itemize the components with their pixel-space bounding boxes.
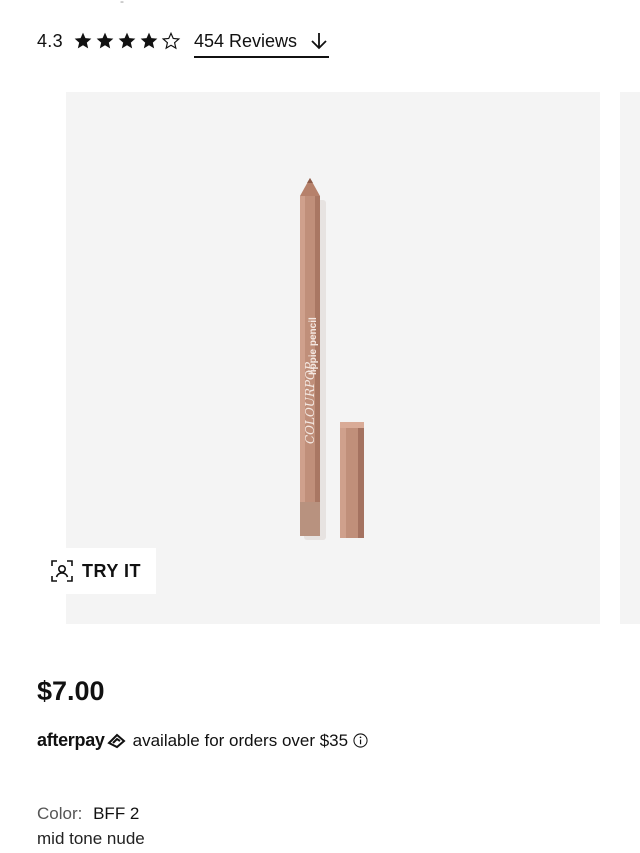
reviews-count-label: 454 Reviews — [193, 30, 297, 51]
star-filled-icon — [96, 32, 114, 49]
product-price: $7.00 — [37, 676, 105, 706]
afterpay-message: available for orders over $35 — [132, 730, 349, 750]
next-slide-peek[interactable] — [620, 92, 640, 624]
afterpay-logo: afterpay — [37, 730, 105, 750]
pencil-name-text: lippie pencil — [308, 317, 319, 375]
star-rating — [73, 31, 181, 51]
star-filled-icon — [118, 32, 136, 49]
product-image: COLOURPOP lippie pencil — [300, 178, 364, 540]
try-it-label: TRY IT — [82, 560, 142, 581]
try-it-button[interactable]: TRY IT — [38, 548, 156, 594]
color-label: Color: — [37, 804, 83, 823]
star-filled-icon — [74, 32, 92, 49]
info-icon[interactable] — [353, 733, 368, 748]
color-selection: Color: BFF 2 — [37, 804, 139, 824]
arrow-down-icon — [311, 33, 327, 50]
reviews-link[interactable]: 454 Reviews — [193, 30, 329, 58]
rating-row: 4.3 454 Reviews — [37, 24, 329, 58]
star-filled-icon — [140, 32, 158, 49]
afterpay-arrows-icon — [106, 733, 126, 748]
color-description: mid tone nude — [37, 829, 145, 848]
color-value: BFF 2 — [93, 804, 140, 823]
product-image-gallery[interactable]: COLOURPOP lippie pencil — [66, 92, 600, 624]
star-empty-icon — [161, 31, 181, 50]
rating-value: 4.3 — [37, 30, 63, 51]
cut-off-text: ‑ — [120, 0, 124, 8]
virtual-try-on-icon — [51, 560, 73, 582]
afterpay-row: afterpay available for orders over $35 — [37, 730, 368, 751]
